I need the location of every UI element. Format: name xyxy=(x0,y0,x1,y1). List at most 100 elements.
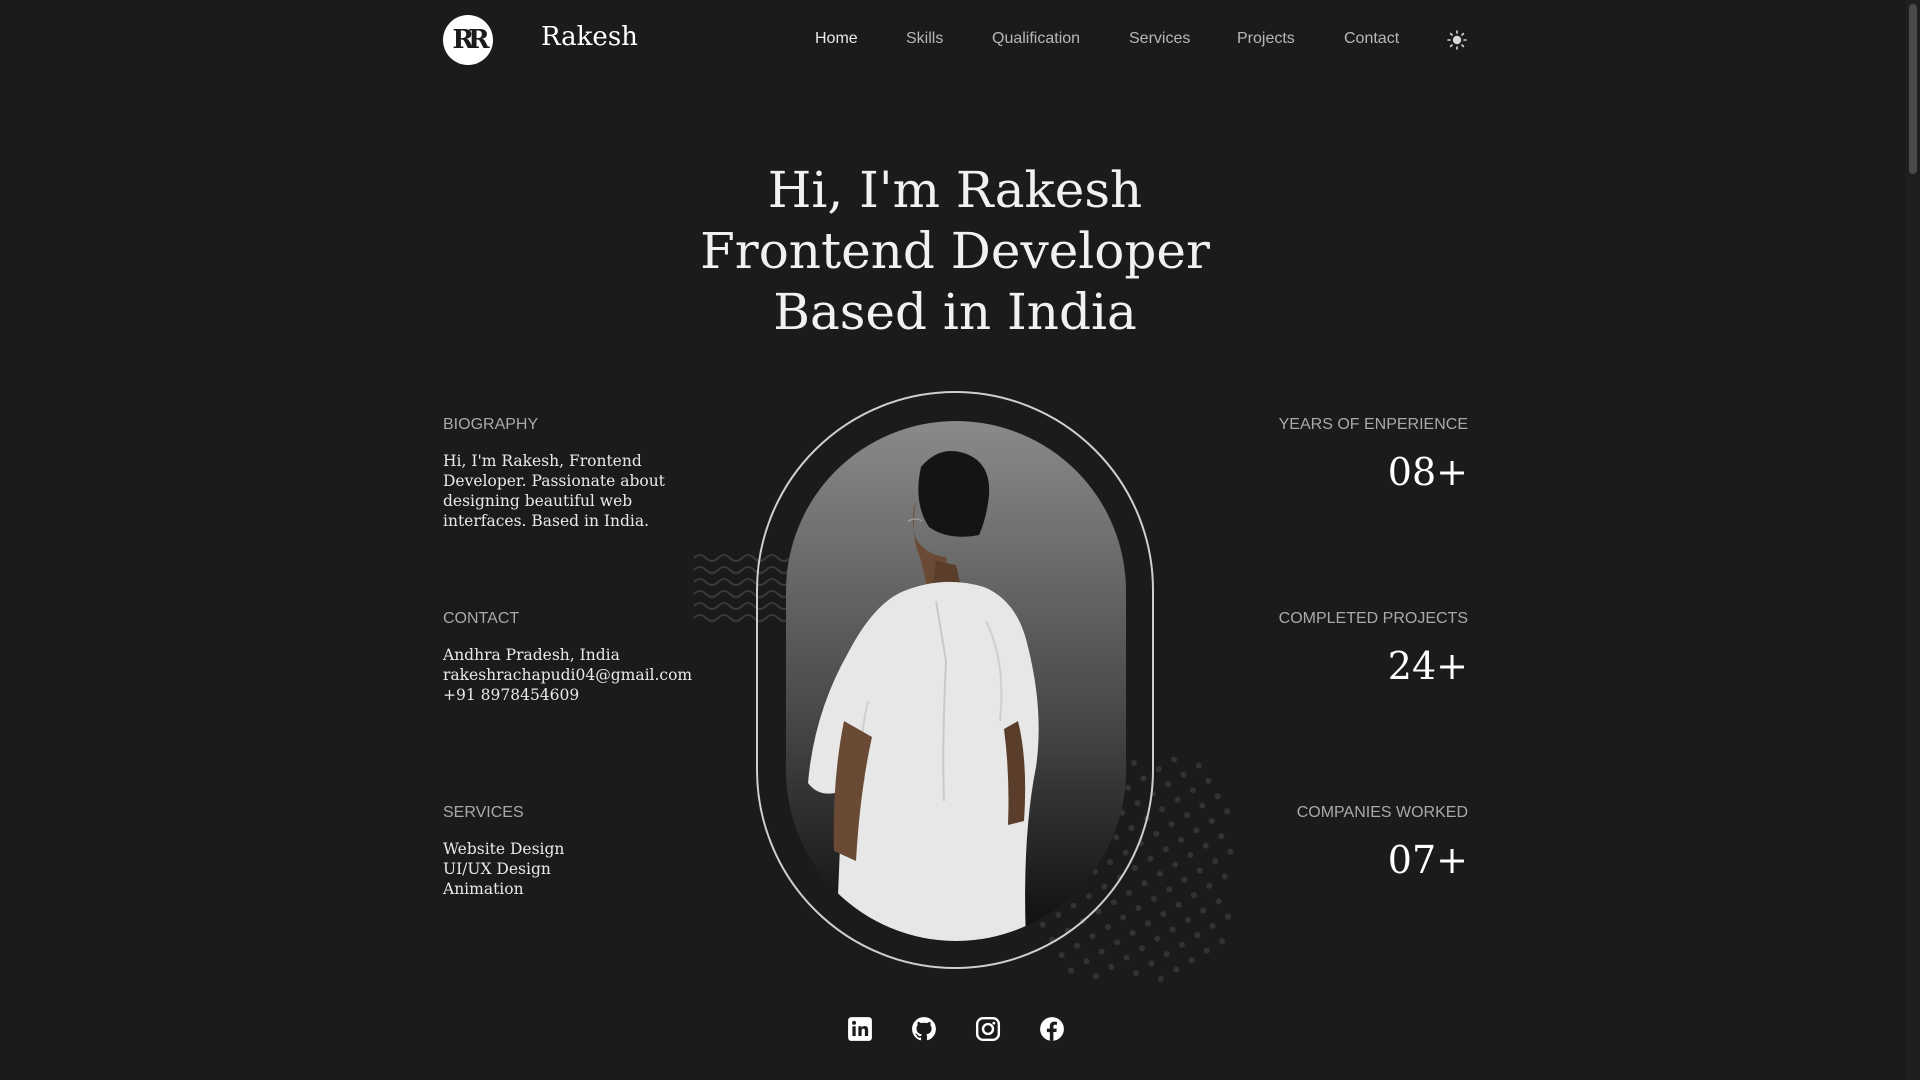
decorative-dot xyxy=(1092,973,1099,980)
decorative-dot xyxy=(1187,852,1194,859)
brand-name[interactable]: Rakesh xyxy=(541,22,638,52)
decorative-dot xyxy=(1218,833,1225,840)
decorative-dot xyxy=(1098,948,1105,955)
decorative-dot xyxy=(1160,911,1167,917)
instagram-link[interactable] xyxy=(975,1016,1001,1042)
decorative-dot xyxy=(1168,821,1175,828)
decorative-dot xyxy=(1185,917,1191,923)
hero-title: Hi, I'm Rakesh Frontend Developer Based … xyxy=(660,160,1250,343)
decorative-dot xyxy=(1175,901,1182,908)
services-list: Website Design UI/UX Design Animation xyxy=(443,839,564,899)
decorative-dot xyxy=(1123,954,1130,961)
decorative-dot xyxy=(1208,818,1215,824)
decorative-dot xyxy=(1189,787,1196,794)
service-item: Animation xyxy=(443,880,524,898)
decorative-dot xyxy=(1144,920,1151,927)
decorative-dot xyxy=(1110,899,1117,906)
sun-icon xyxy=(1447,30,1467,50)
decorative-dot xyxy=(1200,907,1207,914)
nav-contact[interactable]: Contact xyxy=(1344,30,1399,48)
stat-value-experience: 08+ xyxy=(1387,450,1468,494)
decorative-dot xyxy=(1195,762,1202,769)
profile-photo xyxy=(786,421,1126,941)
contact-details: Andhra Pradesh, India rakeshrachapudi04@… xyxy=(443,645,692,705)
decorative-dot xyxy=(1199,802,1206,809)
decorative-dot xyxy=(1153,830,1160,837)
decorative-dot xyxy=(1083,958,1090,965)
decorative-dot xyxy=(1058,952,1065,959)
logo-letter-r: R xyxy=(452,25,473,55)
person-silhouette xyxy=(808,451,1039,941)
decorative-dot xyxy=(1089,933,1096,940)
decorative-dot xyxy=(1156,870,1163,877)
decorative-dot xyxy=(1165,781,1172,788)
biography-line: Hi, I'm Rakesh, Frontend xyxy=(443,452,642,470)
decorative-dot xyxy=(1180,771,1187,778)
decorative-dot xyxy=(1203,947,1210,954)
decorative-dot xyxy=(1068,967,1075,974)
decorative-dot xyxy=(1194,932,1201,939)
decorative-dot xyxy=(1126,889,1133,896)
decorative-dot xyxy=(1193,827,1200,834)
decorative-dot xyxy=(1162,846,1169,853)
biography-label: BIOGRAPHY xyxy=(443,416,539,433)
hero-line-2: Frontend Developer xyxy=(700,222,1210,280)
decorative-dot xyxy=(1212,858,1219,865)
decorative-dot xyxy=(1163,951,1170,958)
github-link[interactable] xyxy=(911,1016,937,1042)
decorative-dot xyxy=(1225,913,1232,920)
stat-label-companies: COMPANIES WORKED xyxy=(1296,804,1468,821)
decorative-dot xyxy=(1227,848,1234,855)
decorative-dot xyxy=(1174,796,1181,803)
decorative-dot xyxy=(1202,842,1209,849)
stat-value-companies: 07+ xyxy=(1387,838,1468,882)
nav-home[interactable]: Home xyxy=(815,30,858,48)
decorative-dot xyxy=(1169,926,1176,933)
decorative-dot xyxy=(1181,876,1188,883)
decorative-dot xyxy=(1221,873,1228,880)
decorative-dot xyxy=(1147,855,1154,862)
nav-projects[interactable]: Projects xyxy=(1237,30,1295,48)
decorative-dot xyxy=(1214,793,1221,800)
linkedin-link[interactable] xyxy=(847,1016,873,1042)
decorative-dot xyxy=(1154,935,1161,942)
decorative-dot xyxy=(1179,941,1185,948)
decorative-dot xyxy=(1159,806,1166,813)
contact-location: Andhra Pradesh, India xyxy=(443,646,620,664)
contact-phone[interactable]: +91 8978454609 xyxy=(443,685,692,705)
decorative-dot xyxy=(1172,861,1179,868)
contact-email[interactable]: rakeshrachapudi04@gmail.com xyxy=(443,665,692,685)
decorative-dot xyxy=(1178,836,1184,843)
scrollbar-thumb[interactable] xyxy=(1909,4,1917,174)
facebook-link[interactable] xyxy=(1039,1016,1065,1042)
nav-skills[interactable]: Skills xyxy=(906,30,943,48)
decorative-dot xyxy=(1135,905,1142,912)
site-header: RR Rakesh Home Skills Qualification Serv… xyxy=(0,0,1920,80)
hero-line-1: Hi, I'm Rakesh xyxy=(767,161,1143,219)
decorative-dot xyxy=(1074,942,1081,949)
nav-qualification[interactable]: Qualification xyxy=(992,30,1080,48)
facebook-icon xyxy=(1040,1017,1064,1041)
decorative-dot xyxy=(1108,964,1115,970)
nav-services[interactable]: Services xyxy=(1129,30,1190,48)
decorative-dot xyxy=(1132,865,1138,871)
biography-line: interfaces. Based in India. xyxy=(443,512,650,530)
stat-value-projects: 24+ xyxy=(1387,644,1468,688)
decorative-dot xyxy=(1205,777,1212,784)
biography-text: Hi, I'm Rakesh, Frontend Developer. Pass… xyxy=(443,451,665,531)
decorative-dot xyxy=(1157,975,1164,982)
decorative-dot xyxy=(1166,886,1173,893)
decorative-dot xyxy=(1120,914,1127,921)
decorative-dot xyxy=(1138,945,1145,952)
logo[interactable]: RR xyxy=(443,15,493,65)
theme-toggle-button[interactable] xyxy=(1447,30,1467,50)
decorative-dot xyxy=(1171,756,1178,763)
decorative-dot xyxy=(1219,938,1226,945)
scrollbar-track[interactable] xyxy=(1906,0,1920,1080)
decorative-dot xyxy=(1133,970,1139,976)
stat-label-experience: YEARS OF ENPERIENCE xyxy=(1278,416,1468,433)
biography-line: designing beautiful web xyxy=(443,492,633,510)
services-label: SERVICES xyxy=(443,804,524,821)
service-item: Website Design xyxy=(443,840,565,858)
decorative-dot xyxy=(1196,867,1203,874)
